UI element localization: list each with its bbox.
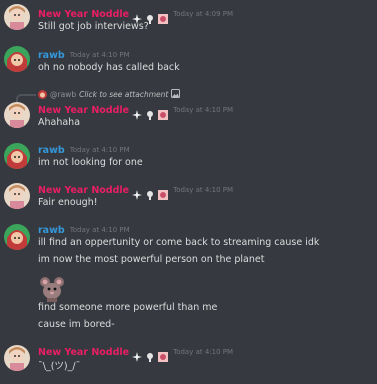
author-name[interactable]: New Year Noddle	[38, 9, 129, 20]
avatar[interactable]	[4, 4, 30, 30]
sparkle-badge-icon	[132, 105, 143, 120]
flag-badge-icon	[158, 9, 169, 24]
message-text: cause im bored-	[38, 319, 115, 330]
trophy-badge-icon	[145, 105, 155, 120]
timestamp: Today at 4:10 PM	[69, 51, 130, 59]
message-text: oh no nobody has called back	[38, 62, 180, 73]
flag-badge-icon	[158, 185, 169, 200]
message-text: ill find an oppertunity or come back to …	[38, 237, 320, 248]
author-name[interactable]: rawb	[38, 50, 65, 61]
avatar[interactable]	[4, 224, 30, 250]
timestamp: Today at 4:10 PM	[173, 186, 234, 194]
message-text: im now the most powerful person on the p…	[38, 254, 265, 265]
message-text: find someone more powerful than me	[38, 302, 218, 313]
flag-badge-icon	[158, 347, 169, 362]
trophy-badge-icon	[145, 185, 155, 200]
avatar[interactable]	[4, 102, 30, 128]
avatar[interactable]	[4, 46, 30, 72]
avatar[interactable]	[4, 345, 30, 371]
message-text: Fair enough!	[38, 197, 98, 208]
rat-emoji-sticker[interactable]	[38, 275, 66, 303]
reply-preview[interactable]: @rawb Click to see attachment	[38, 88, 181, 100]
author-name[interactable]: New Year Noddle	[38, 185, 129, 196]
timestamp: Today at 4:10 PM	[173, 106, 234, 114]
timestamp: Today at 4:09 PM	[173, 10, 234, 18]
message-text: ¯\_(ツ)_/¯	[38, 361, 81, 372]
message-text: Still got job interviews?	[38, 21, 149, 32]
author-name[interactable]: rawb	[38, 145, 65, 156]
timestamp: Today at 4:10 PM	[173, 348, 234, 356]
flag-badge-icon	[158, 105, 169, 120]
sparkle-badge-icon	[132, 9, 143, 24]
trophy-badge-icon	[145, 347, 155, 362]
timestamp: Today at 4:10 PM	[69, 226, 130, 234]
author-name[interactable]: rawb	[38, 225, 65, 236]
sparkle-badge-icon	[132, 347, 143, 362]
reply-text[interactable]: Click to see attachment	[79, 90, 168, 99]
author-name[interactable]: New Year Noddle	[38, 347, 129, 358]
avatar[interactable]	[4, 183, 30, 209]
image-icon	[171, 88, 181, 100]
reply-author[interactable]: @rawb	[50, 90, 76, 99]
timestamp: Today at 4:10 PM	[69, 146, 130, 154]
author-name[interactable]: New Year Noddle	[38, 105, 129, 116]
sparkle-badge-icon	[132, 185, 143, 200]
trophy-badge-icon	[145, 9, 155, 24]
message-text: Ahahaha	[38, 117, 81, 128]
reply-avatar	[38, 89, 47, 99]
message-text: im not looking for one	[38, 157, 143, 168]
avatar[interactable]	[4, 143, 30, 169]
